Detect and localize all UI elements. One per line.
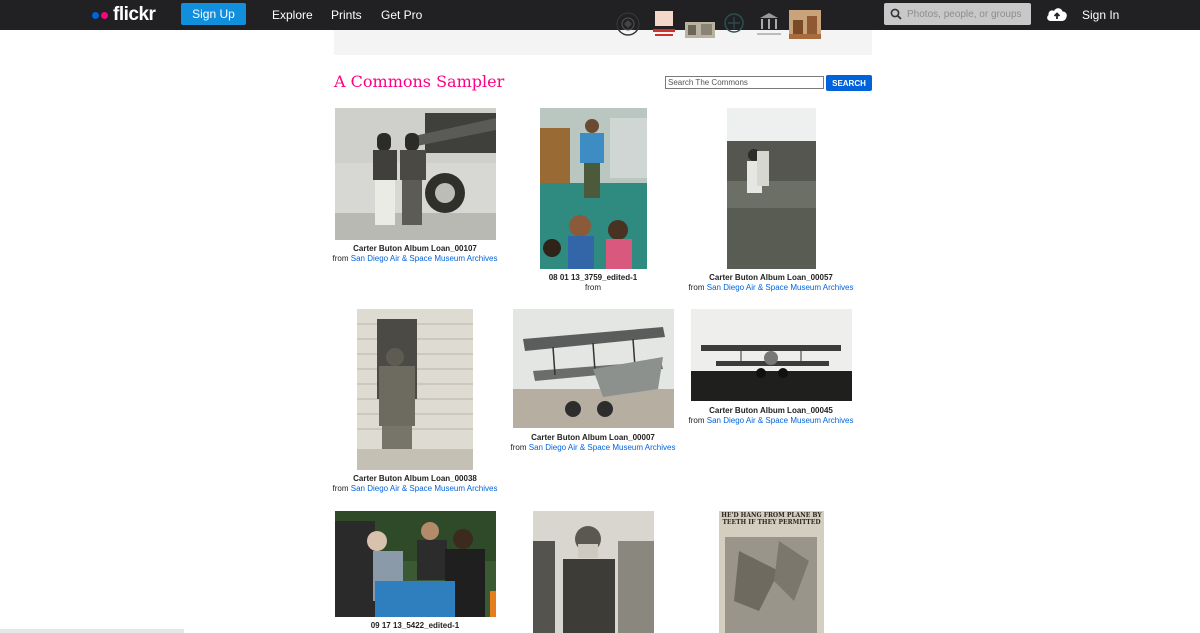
newspaper-clipping-thumbnail[interactable] [719,511,824,633]
photo-thumbnail[interactable] [691,309,852,401]
photo-caption: Carter Buton Album Loan_00107 from San D… [315,244,515,263]
logo-text: flickr [113,4,156,25]
nav-prints[interactable]: Prints [331,8,362,22]
photo-from-label: from [688,282,707,292]
photo-thumbnail[interactable] [727,108,816,269]
photo-thumbnail[interactable] [357,309,473,470]
institution-logo-photo[interactable] [683,10,716,39]
photo-from-label: from [688,415,707,425]
photo-from-label: from [332,253,351,263]
page-title: A Commons Sampler [334,72,505,91]
institution-logo-painting[interactable] [789,10,821,39]
photo-title[interactable]: Carter Buton Album Loan_00045 [671,406,871,416]
photo-thumbnail[interactable] [533,511,654,633]
photo-source-link[interactable]: San Diego Air & Space Museum Archives [707,283,854,292]
photo-source-link[interactable]: San Diego Air & Space Museum Archives [351,484,498,493]
photo-title[interactable]: Carter Buton Album Loan_00057 [671,273,871,283]
institution-logo-seal[interactable] [614,10,642,39]
commons-search-input[interactable]: Search The Commons [665,76,824,89]
newspaper-headline: HE'D HANG FROM PLANE BY TEETH IF THEY PE… [721,512,822,526]
photo-title[interactable]: Carter Buton Album Loan_00007 [493,433,693,443]
photo-thumbnail[interactable] [335,108,496,240]
photo-thumbnail[interactable] [513,309,674,428]
upload-cloud-icon[interactable] [1046,6,1068,23]
photo-caption: 08 01 13_3759_edited-1 from [493,273,693,292]
photo-source-link[interactable]: San Diego Air & Space Museum Archives [351,254,498,263]
photo-source-link[interactable]: San Diego Air & Space Museum Archives [707,416,854,425]
nav-get-pro[interactable]: Get Pro [381,8,422,22]
photo-title[interactable]: 08 01 13_3759_edited-1 [493,273,693,283]
commons-search-button[interactable]: SEARCH [826,75,872,91]
global-search-input[interactable]: Photos, people, or groups [884,3,1031,25]
photo-caption: Carter Buton Album Loan_00045 from San D… [671,406,871,425]
logo-pink-dot [101,11,108,19]
signin-link[interactable]: Sign In [1082,8,1119,22]
photo-thumbnail[interactable] [540,108,647,269]
institution-logo-red[interactable] [652,10,676,39]
photo-source-link[interactable]: San Diego Air & Space Museum Archives [529,443,676,452]
photo-caption: Carter Buton Album Loan_00057 from San D… [671,273,871,292]
nav-explore[interactable]: Explore [272,8,313,22]
logo-blue-dot [92,11,99,19]
signup-button[interactable]: Sign Up [181,3,246,25]
horizontal-scrollbar[interactable] [0,629,184,633]
photo-from-label: from [510,442,529,452]
photo-caption: 09 17 13_5422_edited-1 [315,621,515,631]
flickr-logo[interactable]: flickr [92,4,156,25]
photo-caption: Carter Buton Album Loan_00038 from San D… [315,474,515,493]
photo-caption: Carter Buton Album Loan_00007 from San D… [493,433,693,452]
photo-from-label: from [332,483,351,493]
institution-logo-archives[interactable] [754,10,784,39]
search-icon [890,8,902,20]
photo-title[interactable]: Carter Buton Album Loan_00107 [315,244,515,254]
photo-from-label: from [585,282,601,292]
global-search-placeholder: Photos, people, or groups [907,8,1022,20]
photo-title[interactable]: Carter Buton Album Loan_00038 [315,474,515,484]
photo-thumbnail[interactable] [335,511,496,617]
institution-logo-emblem[interactable] [722,10,746,39]
photo-title[interactable]: 09 17 13_5422_edited-1 [315,621,515,631]
